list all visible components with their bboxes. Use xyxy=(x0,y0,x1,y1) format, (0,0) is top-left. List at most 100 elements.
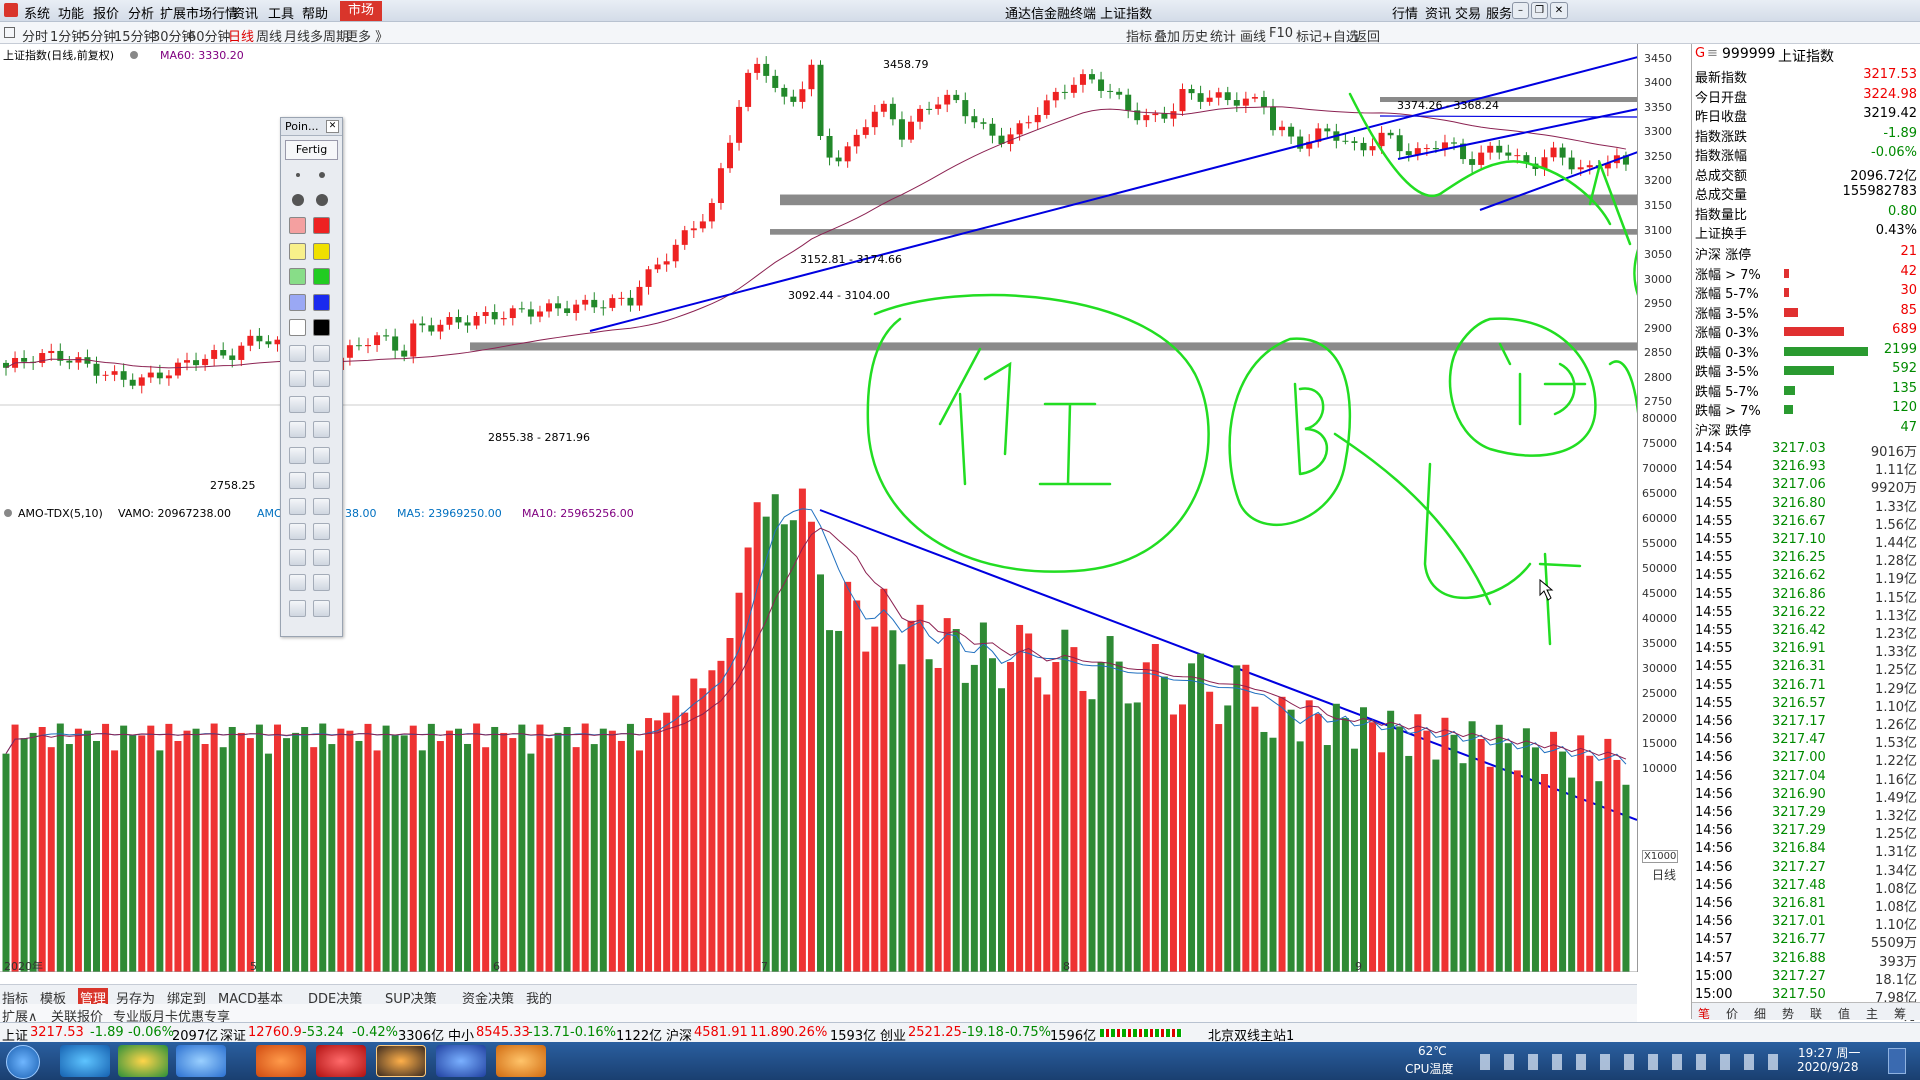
print-icon[interactable] xyxy=(289,574,306,591)
menu-analysis[interactable]: 分析 xyxy=(128,3,154,22)
line-icon[interactable] xyxy=(289,370,306,387)
color-red-icon[interactable] xyxy=(313,217,330,234)
tool-stats[interactable]: 统计 xyxy=(1210,26,1236,45)
arrow-line-icon[interactable] xyxy=(313,370,330,387)
drawing-toolbox[interactable]: Poin... ✕ Fertig xyxy=(280,117,343,637)
menu-system[interactable]: 系统 xyxy=(24,3,50,22)
quote-tab-2[interactable]: 细 xyxy=(1754,1005,1766,1022)
tool-overlay[interactable]: 叠加 xyxy=(1154,26,1180,45)
color-yellow-light-icon[interactable] xyxy=(289,242,306,260)
period-tab-multi[interactable]: 多周期 xyxy=(310,26,349,45)
menu-quote[interactable]: 报价 xyxy=(93,3,119,22)
color-green-icon[interactable] xyxy=(313,268,330,285)
toolbox-fertig-button[interactable]: Fertig xyxy=(285,140,338,160)
hline-icon[interactable] xyxy=(313,523,330,540)
tool-back[interactable]: 返回 xyxy=(1354,26,1380,45)
dot-medium-icon[interactable] xyxy=(313,166,330,183)
taskbar-ie-icon[interactable] xyxy=(60,1045,110,1077)
taskbar-app8-icon[interactable] xyxy=(496,1045,546,1077)
period-label[interactable]: 日线 xyxy=(1652,866,1676,883)
menu-help[interactable]: 帮助 xyxy=(302,3,328,22)
taskbar-app7-icon[interactable] xyxy=(436,1045,486,1077)
taskbar-app4-icon[interactable] xyxy=(256,1045,306,1077)
tool-history[interactable]: 历史 xyxy=(1182,26,1208,45)
color-red-light-icon[interactable] xyxy=(289,217,306,234)
rectangle-icon[interactable] xyxy=(289,395,306,413)
title-right-service[interactable]: 服务 xyxy=(1486,3,1512,22)
quote-tab-6[interactable]: 主 xyxy=(1866,1005,1878,1022)
volume-settings-icon[interactable] xyxy=(4,509,12,517)
toolbox-close-icon[interactable]: ✕ xyxy=(326,120,339,133)
period-tab-monthly[interactable]: 月线 xyxy=(284,26,310,45)
info-icon[interactable] xyxy=(313,599,330,617)
curve-pen-icon[interactable] xyxy=(289,344,306,362)
tool-draw[interactable]: 画线 xyxy=(1240,26,1266,45)
color-green-light-icon[interactable] xyxy=(289,268,306,285)
period-tab-5min[interactable]: 5分钟 xyxy=(82,26,116,45)
kline-chart[interactable]: 上证指数(日线,前复权) MA60: 3330.20 3458.79 3374.… xyxy=(0,44,1637,972)
copy-icon[interactable] xyxy=(289,599,306,617)
clock-time[interactable]: 19:27 周一 xyxy=(1798,1044,1860,1061)
period-tab-more[interactable]: 更多 》 xyxy=(345,26,388,45)
dot-large-icon[interactable] xyxy=(289,192,306,209)
quote-tab-5[interactable]: 值 xyxy=(1838,1005,1850,1022)
start-button-icon[interactable] xyxy=(6,1045,40,1079)
filled-rectangle-icon[interactable] xyxy=(313,395,330,413)
menu-info[interactable]: 资讯 xyxy=(232,3,258,22)
color-white-icon[interactable] xyxy=(289,319,306,336)
menu-function[interactable]: 功能 xyxy=(58,3,84,22)
menu-market[interactable]: 市场 xyxy=(340,1,383,21)
quote-tab-0[interactable]: 笔 xyxy=(1698,1005,1710,1022)
color-yellow-icon[interactable] xyxy=(313,242,330,260)
taskbar-tdx-icon[interactable] xyxy=(376,1045,426,1077)
pencil-icon[interactable] xyxy=(313,344,330,362)
quote-tab-3[interactable]: 势 xyxy=(1782,1005,1794,1022)
period-tab-daily[interactable]: 日线 xyxy=(228,26,254,45)
quote-tab-4[interactable]: 联 xyxy=(1810,1005,1822,1022)
tool-mark[interactable]: 标记 xyxy=(1296,26,1322,45)
clock-date[interactable]: 2020/9/28 xyxy=(1797,1060,1859,1074)
period-tab-fenshi[interactable]: 分时 xyxy=(22,26,48,45)
period-tab-weekly[interactable]: 周线 xyxy=(256,26,282,45)
confirm-check-icon[interactable] xyxy=(289,472,306,489)
delete-icon[interactable] xyxy=(313,548,330,566)
taskbar-app5-icon[interactable] xyxy=(316,1045,366,1077)
filled-ellipse-icon[interactable] xyxy=(313,421,330,438)
quote-tab-1[interactable]: 价 xyxy=(1726,1005,1738,1022)
period-tab-60min[interactable]: 60分钟 xyxy=(188,26,231,45)
dot-small-icon[interactable] xyxy=(289,166,306,183)
color-black-icon[interactable] xyxy=(313,319,330,336)
close-icon[interactable]: ✕ xyxy=(1550,2,1568,19)
minimize-icon[interactable]: – xyxy=(1512,2,1529,19)
tool-indicator[interactable]: 指标 xyxy=(1126,26,1152,45)
color-blue-light-icon[interactable] xyxy=(289,293,306,311)
cancel-x-icon[interactable] xyxy=(313,472,330,489)
restore-icon[interactable]: ❐ xyxy=(1531,2,1548,19)
title-right-trade[interactable]: 交易 xyxy=(1455,3,1481,22)
undo-icon[interactable] xyxy=(289,548,306,566)
title-right-quote[interactable]: 行情 xyxy=(1392,3,1418,22)
menu-tools[interactable]: 工具 xyxy=(268,3,294,22)
chart-settings-icon[interactable] xyxy=(130,51,138,59)
menu-lines-icon[interactable]: ≡ xyxy=(1707,46,1718,61)
dot-xlarge-icon[interactable] xyxy=(313,192,330,209)
tool-f10[interactable]: F10 xyxy=(1269,26,1293,41)
crosshair-icon[interactable] xyxy=(289,523,306,540)
quote-tab-7[interactable]: 筹 xyxy=(1894,1005,1906,1022)
zoom-icon[interactable] xyxy=(313,497,330,515)
layout-toggle-icon[interactable] xyxy=(4,27,15,38)
title-right-info[interactable]: 资讯 xyxy=(1425,3,1451,22)
text-tool-icon[interactable] xyxy=(313,446,330,464)
show-desktop-button[interactable] xyxy=(1888,1048,1906,1074)
taskbar-app2-icon[interactable] xyxy=(118,1045,168,1077)
ellipse-icon[interactable] xyxy=(289,421,306,438)
color-blue-icon[interactable] xyxy=(313,293,330,311)
save-icon[interactable] xyxy=(313,574,330,591)
menu-ext-market[interactable]: 扩展市场行情 xyxy=(160,3,238,22)
double-arrow-icon[interactable] xyxy=(289,446,306,464)
taskbar-app3-icon[interactable] xyxy=(176,1045,226,1077)
period-tab-15min[interactable]: 15分钟 xyxy=(114,26,157,45)
select-rect-icon[interactable] xyxy=(289,497,306,515)
period-tab-1min[interactable]: 1分钟 xyxy=(50,26,84,45)
tray-icons[interactable] xyxy=(1480,1054,1780,1070)
